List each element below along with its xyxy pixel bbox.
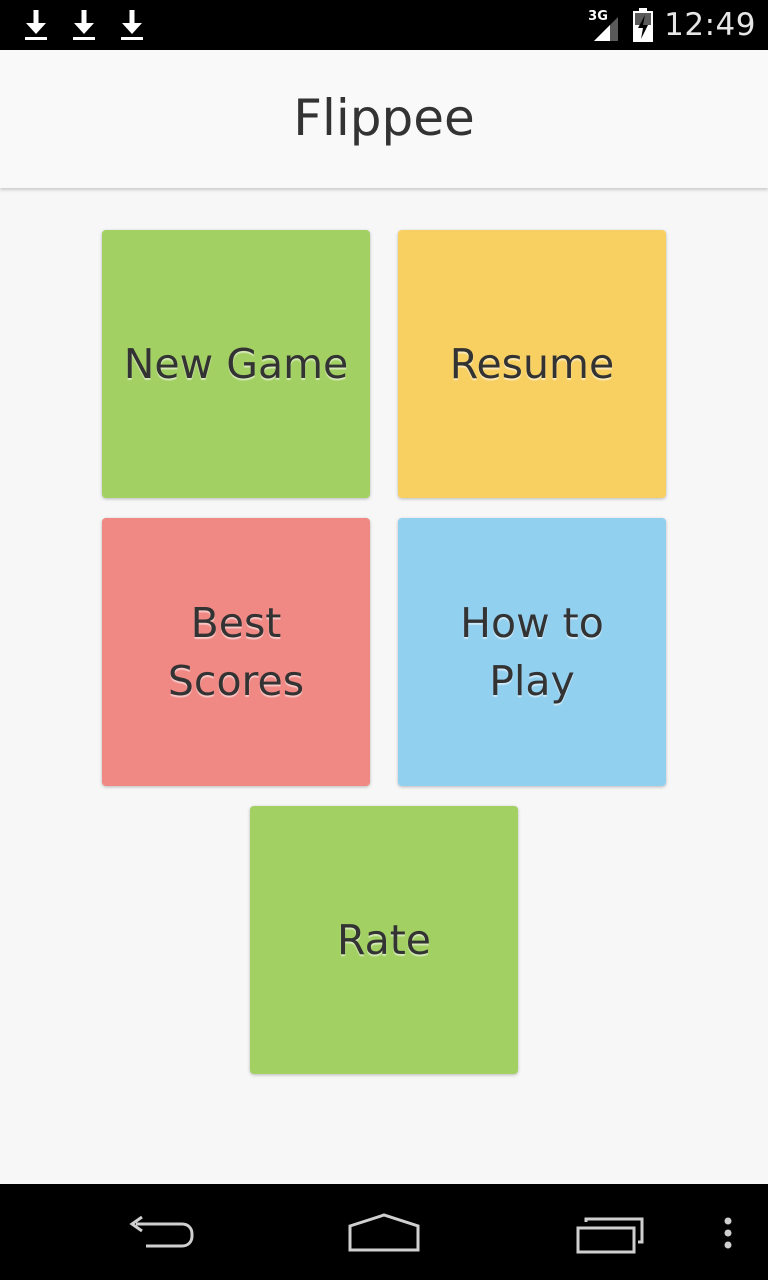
download-icon <box>25 10 47 40</box>
signal-icon: 3G <box>588 7 622 43</box>
best-scores-label: Best Scores <box>167 599 305 705</box>
clock: 12:49 <box>664 7 756 43</box>
best-scores-button[interactable]: Best Scores <box>102 518 370 786</box>
recent-apps-icon[interactable] <box>574 1216 646 1256</box>
navigation-bar <box>0 1184 768 1280</box>
back-icon[interactable] <box>124 1214 196 1250</box>
resume-button[interactable]: Resume <box>398 230 666 498</box>
download-icon <box>121 10 143 40</box>
app-bar: Flippee <box>0 50 768 188</box>
resume-label: Resume <box>449 340 615 388</box>
how-to-play-label: How to Play <box>460 599 604 705</box>
new-game-label: New Game <box>123 340 349 388</box>
home-icon[interactable] <box>346 1212 422 1252</box>
status-icons: 3G 12:49 <box>588 0 756 50</box>
status-bar: 3G 12:49 <box>0 0 768 50</box>
how-to-play-button[interactable]: How to Play <box>398 518 666 786</box>
download-icon <box>73 10 95 40</box>
rate-label: Rate <box>336 916 431 964</box>
new-game-button[interactable]: New Game <box>102 230 370 498</box>
rate-button[interactable]: Rate <box>250 806 518 1074</box>
overflow-menu-icon[interactable] <box>722 1216 734 1252</box>
battery-charging-icon <box>633 8 654 42</box>
app-title: Flippee <box>293 89 475 147</box>
